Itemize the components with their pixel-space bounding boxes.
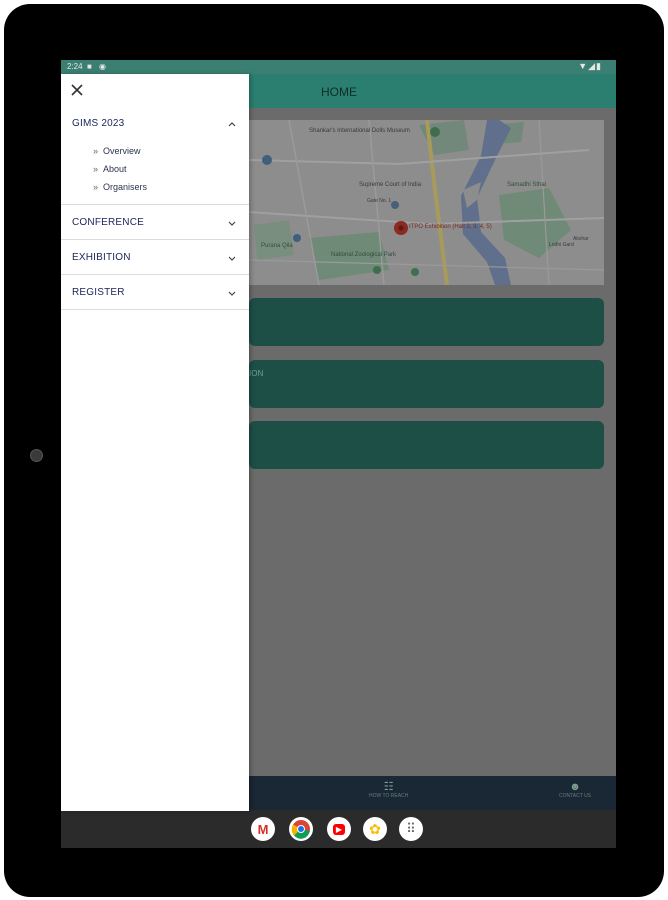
app-drawer-icon[interactable]: ⠿ <box>399 817 423 841</box>
svg-text:Lodhi Gard: Lodhi Gard <box>549 242 574 248</box>
nav-label: CONTACT US <box>559 793 592 799</box>
route-icon: ☷ <box>383 781 394 793</box>
page-title: HOME <box>321 85 357 99</box>
svg-text:Supreme Court of India: Supreme Court of India <box>359 182 422 188</box>
map-label-lodhi: Lodhi Gard <box>549 242 574 248</box>
double-chevron-right-icon: » <box>93 164 99 174</box>
chevron-down-icon <box>228 291 236 296</box>
gmail-icon[interactable]: M <box>251 817 275 841</box>
card-label: ION <box>249 369 264 378</box>
map-label-akshar: Akshar <box>573 236 589 242</box>
status-bar: 2:24 ■ ◉ ▼◢▮ <box>61 60 616 74</box>
section-header: CONFERENCE <box>72 217 145 228</box>
svg-text:Akshar: Akshar <box>573 236 589 242</box>
section-header[interactable]: GIMS 2023 <box>72 118 124 129</box>
tablet-bezel: 2:24 ■ ◉ ▼◢▮ HOME Shankar's Internationa… <box>4 4 664 897</box>
chevron-down-icon <box>228 256 236 261</box>
chevron-down-icon <box>228 221 236 226</box>
venue-map[interactable]: Shankar's International Dolls Museum ITP… <box>249 120 604 285</box>
home-card-3[interactable] <box>249 421 604 469</box>
map-label-itpo: ITPO Exhibition (Hall 2, 3, 4, 5) <box>409 224 492 230</box>
photos-icon[interactable]: ✿ <box>363 817 387 841</box>
svg-text:Shankar's International Dolls: Shankar's International Dolls Museum <box>309 128 410 134</box>
chrome-icon[interactable] <box>289 817 313 841</box>
wifi-icon: ▼ <box>578 61 589 71</box>
svg-text:ITPO Exhibition (Hall 2, 3, 4,: ITPO Exhibition (Hall 2, 3, 4, 5) <box>409 224 492 230</box>
alarm-icon: ◉ <box>99 62 106 71</box>
drawer-section-gims-2023: GIMS 2023 » Overview » About » Organisers <box>61 110 249 205</box>
battery-icon: ▮ <box>596 61 602 71</box>
nav-how-to-reach[interactable]: ☷ HOW TO REACH <box>369 781 408 799</box>
drawer-item-about[interactable]: » About <box>93 164 127 174</box>
chevron-up-icon[interactable] <box>227 119 237 129</box>
close-icon[interactable] <box>69 82 85 98</box>
navigation-drawer: GIMS 2023 » Overview » About » Organisers C… <box>61 74 249 811</box>
map-label-samadhi: Samadhi Sthal <box>507 182 546 188</box>
system-taskbar: M ▶ ✿ ⠿ <box>61 810 616 848</box>
drawer-section-exhibition[interactable]: EXHIBITION <box>61 240 249 275</box>
section-header: REGISTER <box>72 287 125 298</box>
map-label-purana: Purana Qila <box>261 243 293 249</box>
map-label-zoo: National Zoological Park <box>331 252 397 258</box>
front-camera <box>30 449 43 462</box>
contact-person-icon: ☻ <box>569 781 581 793</box>
svg-text:Purana Qila: Purana Qila <box>261 243 293 249</box>
map-label-museum: Shankar's International Dolls Museum <box>309 128 410 134</box>
svg-text:National Zoological Park: National Zoological Park <box>331 252 397 258</box>
double-chevron-right-icon: » <box>93 182 99 192</box>
signal-icon: ◢ <box>588 61 597 71</box>
section-header: EXHIBITION <box>72 252 131 263</box>
drawer-section-conference[interactable]: CONFERENCE <box>61 205 249 240</box>
bottom-nav: ☷ HOW TO REACH ☻ CONTACT US <box>249 776 616 810</box>
youtube-icon[interactable]: ▶ <box>327 817 351 841</box>
nav-contact-us[interactable]: ☻ CONTACT US <box>559 781 591 799</box>
home-card-2[interactable]: ION <box>249 360 604 408</box>
lock-icon: ■ <box>87 62 92 71</box>
drawer-item-organisers[interactable]: » Organisers <box>93 182 147 192</box>
status-time: 2:24 <box>67 62 83 71</box>
device-screen: 2:24 ■ ◉ ▼◢▮ HOME Shankar's Internationa… <box>61 60 616 848</box>
home-card-1[interactable] <box>249 298 604 346</box>
svg-text:Samadhi Sthal: Samadhi Sthal <box>507 182 546 188</box>
double-chevron-right-icon: » <box>93 146 99 156</box>
drawer-section-register[interactable]: REGISTER <box>61 275 249 310</box>
svg-text:Gate No. 1: Gate No. 1 <box>367 198 391 204</box>
map-graphic: Shankar's International Dolls Museum ITP… <box>249 120 604 285</box>
map-label-gate: Gate No. 1 <box>367 198 391 204</box>
nav-label: HOW TO REACH <box>369 793 409 799</box>
map-label-supreme: Supreme Court of India <box>359 182 422 188</box>
drawer-item-overview[interactable]: » Overview <box>93 146 141 156</box>
